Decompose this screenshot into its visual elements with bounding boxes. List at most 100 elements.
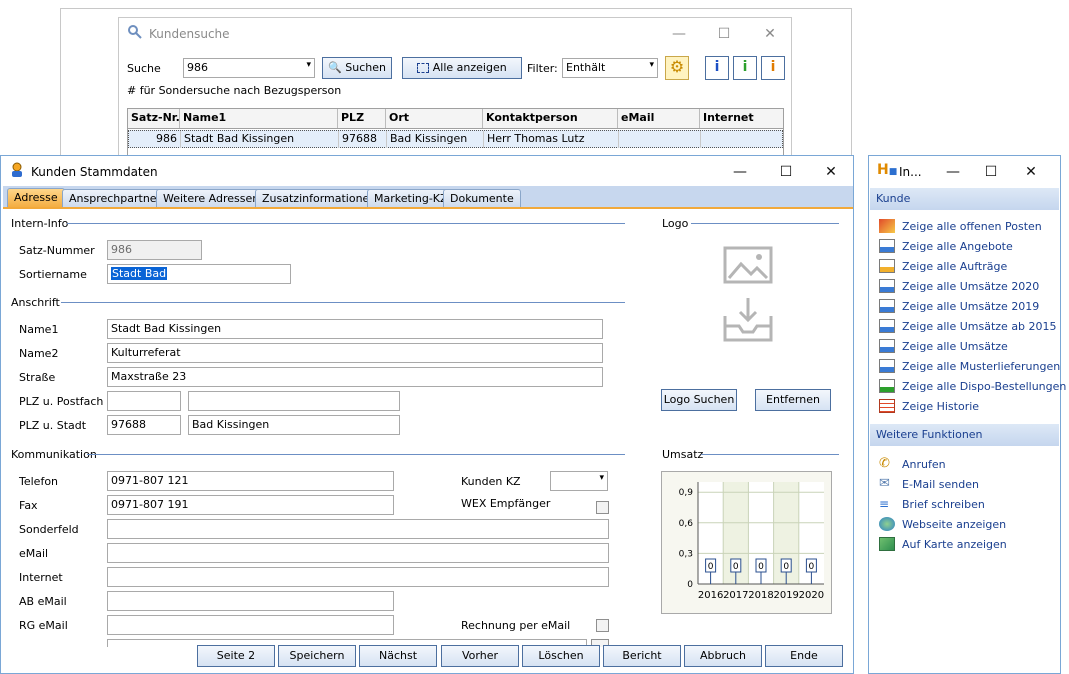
column-header[interactable]: Satz-Nr. [128, 109, 180, 128]
name2-field[interactable]: Kulturreferat [107, 343, 603, 363]
link-open-items[interactable]: Zeige alle offenen Posten [879, 218, 1042, 234]
x-tick-label: 2016 [698, 590, 723, 601]
delete-button[interactable]: Löschen [522, 645, 600, 667]
y-tick-label: 0,6 [679, 519, 694, 529]
tab-weitere-adressen[interactable]: Weitere Adressen [156, 189, 267, 208]
document-icon [879, 319, 895, 333]
wex-checkbox[interactable] [596, 501, 609, 514]
internet-label: Internet [19, 571, 63, 584]
tab-ansprechpartner[interactable]: Ansprechpartner [62, 189, 169, 208]
link-show-map[interactable]: Auf Karte anzeigen [879, 536, 1007, 552]
city-field[interactable]: Bad Kissingen [188, 415, 400, 435]
link-send-email[interactable]: ✉ E-Mail senden [879, 476, 979, 492]
logo-search-button[interactable]: Logo Suchen [661, 389, 737, 411]
chevron-down-icon[interactable]: ▾ [649, 60, 654, 70]
report-button[interactable]: Bericht [603, 645, 681, 667]
link-show-website[interactable]: Webseite anzeigen [879, 516, 1006, 532]
kunde-header: Kunde [870, 188, 1059, 210]
chevron-down-icon[interactable]: ▾ [306, 60, 311, 70]
link-sales-2020[interactable]: Zeige alle Umsätze 2020 [879, 278, 1039, 294]
link-sample-deliveries[interactable]: Zeige alle Musterlieferungen [879, 358, 1060, 374]
special-field[interactable] [107, 519, 609, 539]
close-button[interactable]: ✕ [823, 164, 839, 180]
postfach-label: PLZ u. Postfach [19, 395, 104, 408]
link-write-letter[interactable]: ≡ Brief schreiben [879, 496, 985, 512]
page2-button[interactable]: Seite 2 [197, 645, 275, 667]
table-row[interactable]: 986 Stadt Bad Kissingen 97688 Bad Kissin… [128, 130, 783, 148]
rechnung-email-checkbox[interactable] [596, 619, 609, 632]
maximize-button[interactable]: ☐ [983, 164, 999, 180]
y-tick-label: 0 [687, 580, 693, 590]
strasse-label: Straße [19, 371, 56, 384]
postfach-field[interactable] [188, 391, 400, 411]
mail-icon: ✉ [879, 476, 890, 491]
document-icon [879, 299, 895, 313]
chevron-down-icon[interactable]: ▾ [599, 473, 604, 483]
cancel-button[interactable]: Abbruch [684, 645, 762, 667]
section-kommunikation: Kommunikation [11, 448, 97, 461]
save-button[interactable]: Speichern [278, 645, 356, 667]
column-header[interactable]: Name1 [180, 109, 338, 128]
ab-email-field[interactable] [107, 591, 394, 611]
logo-remove-button[interactable]: Entfernen [755, 389, 831, 411]
column-header[interactable]: Internet [700, 109, 783, 128]
tab-adresse[interactable]: Adresse [7, 188, 65, 209]
rg-email-field[interactable] [107, 615, 394, 635]
show-all-button[interactable]: Alle anzeigen [402, 57, 522, 79]
settings-button[interactable]: ⚙ [665, 56, 689, 80]
search-button[interactable]: 🔍 Suchen [322, 57, 392, 79]
fax-field[interactable]: 0971-807 191 [107, 495, 394, 515]
link-offers[interactable]: Zeige alle Angebote [879, 238, 1013, 254]
maximize-button[interactable]: ☐ [716, 26, 732, 42]
minimize-button[interactable]: — [945, 164, 961, 180]
data-label: 0 [733, 562, 739, 572]
kunden-kz-select[interactable]: ▾ [550, 471, 608, 491]
sortname-field[interactable]: Stadt Bad [107, 264, 291, 284]
column-header[interactable]: Ort [386, 109, 483, 128]
phone-field[interactable]: 0971-807 121 [107, 471, 394, 491]
minimize-button[interactable]: — [671, 26, 687, 42]
close-button[interactable]: ✕ [1023, 164, 1039, 180]
filter-select[interactable]: Enthält ▾ [562, 58, 658, 78]
tab-zusatzinformationen[interactable]: Zusatzinformationen [255, 189, 384, 208]
satz-label: Satz-Nummer [19, 244, 95, 257]
info-button-orange[interactable]: i [761, 56, 785, 80]
info-button-green[interactable]: i [733, 56, 757, 80]
name1-field[interactable]: Stadt Bad Kissingen [107, 319, 603, 339]
search-window-title: Kundensuche [149, 27, 230, 41]
data-label: 0 [758, 562, 764, 572]
column-header[interactable]: Kontaktperson [483, 109, 618, 128]
tab-marketing-kz[interactable]: Marketing-KZ [367, 189, 455, 208]
email-field[interactable] [107, 543, 609, 563]
minimize-button[interactable]: — [732, 164, 748, 180]
link-sales-2019[interactable]: Zeige alle Umsätze 2019 [879, 298, 1039, 314]
link-orders[interactable]: Zeige alle Aufträge [879, 258, 1007, 274]
column-header[interactable]: PLZ [338, 109, 386, 128]
end-button[interactable]: Ende [765, 645, 843, 667]
tab-dokumente[interactable]: Dokumente [443, 189, 521, 208]
info-button-blue[interactable]: i [705, 56, 729, 80]
close-button[interactable]: ✕ [762, 26, 778, 42]
calendar-icon [879, 399, 895, 413]
tab-strip: Adresse Ansprechpartner Weitere Adressen… [3, 186, 853, 209]
internet-field[interactable] [107, 567, 609, 587]
search-input[interactable]: 986 ▾ [183, 58, 315, 78]
next-button[interactable]: Nächst [359, 645, 437, 667]
side-panel: H■ In... — ☐ ✕ Kunde Zeige alle offenen … [868, 155, 1066, 674]
previous-button[interactable]: Vorher [441, 645, 519, 667]
results-grid[interactable]: Satz-Nr. Name1 PLZ Ort Kontaktperson eMa… [127, 108, 784, 158]
link-all-sales[interactable]: Zeige alle Umsätze [879, 338, 1008, 354]
column-header[interactable]: eMail [618, 109, 700, 128]
link-call[interactable]: ✆ Anrufen [879, 456, 946, 472]
data-label: 0 [708, 562, 714, 572]
link-dispo-orders[interactable]: Zeige alle Dispo-Bestellungen [879, 378, 1066, 394]
link-sales-since-2015[interactable]: Zeige alle Umsätze ab 2015 [879, 318, 1057, 334]
x-tick-label: 2020 [799, 590, 824, 601]
city-plz-field[interactable]: 97688 [107, 415, 181, 435]
maximize-button[interactable]: ☐ [778, 164, 794, 180]
link-history[interactable]: Zeige Historie [879, 398, 979, 414]
x-tick-label: 2017 [723, 590, 748, 601]
postfach-plz-field[interactable] [107, 391, 181, 411]
street-field[interactable]: Maxstraße 23 [107, 367, 603, 387]
search-label: Suche [127, 62, 161, 75]
